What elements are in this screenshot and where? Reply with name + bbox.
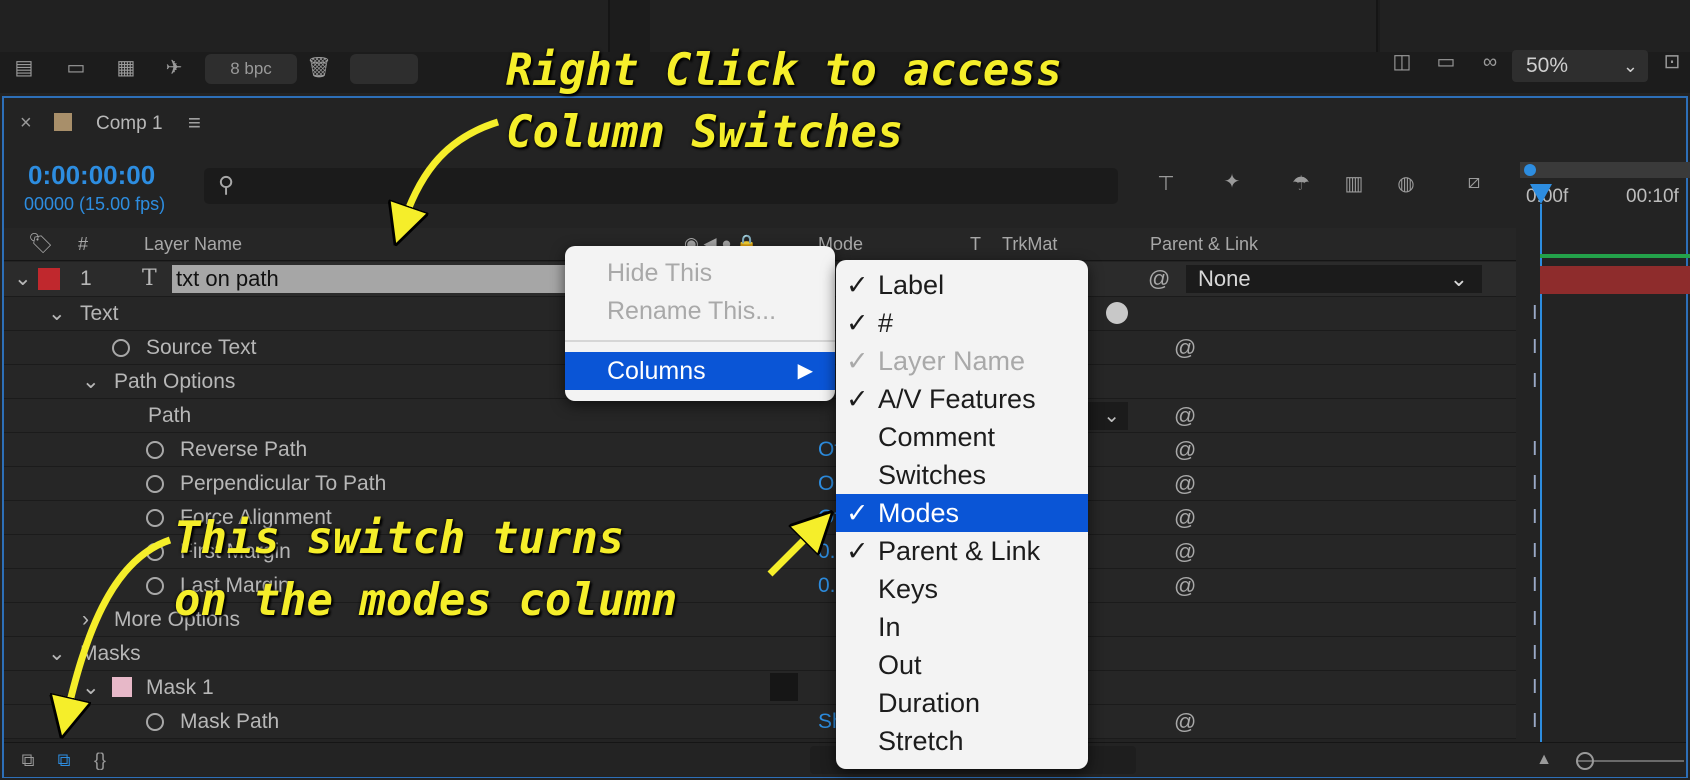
arrow-to-column-header: [402, 118, 500, 226]
annotation-arrows: [0, 118, 1690, 780]
arrow-to-modes-menu-item: [767, 526, 818, 577]
arrow-to-modes-toggle: [66, 536, 172, 718]
